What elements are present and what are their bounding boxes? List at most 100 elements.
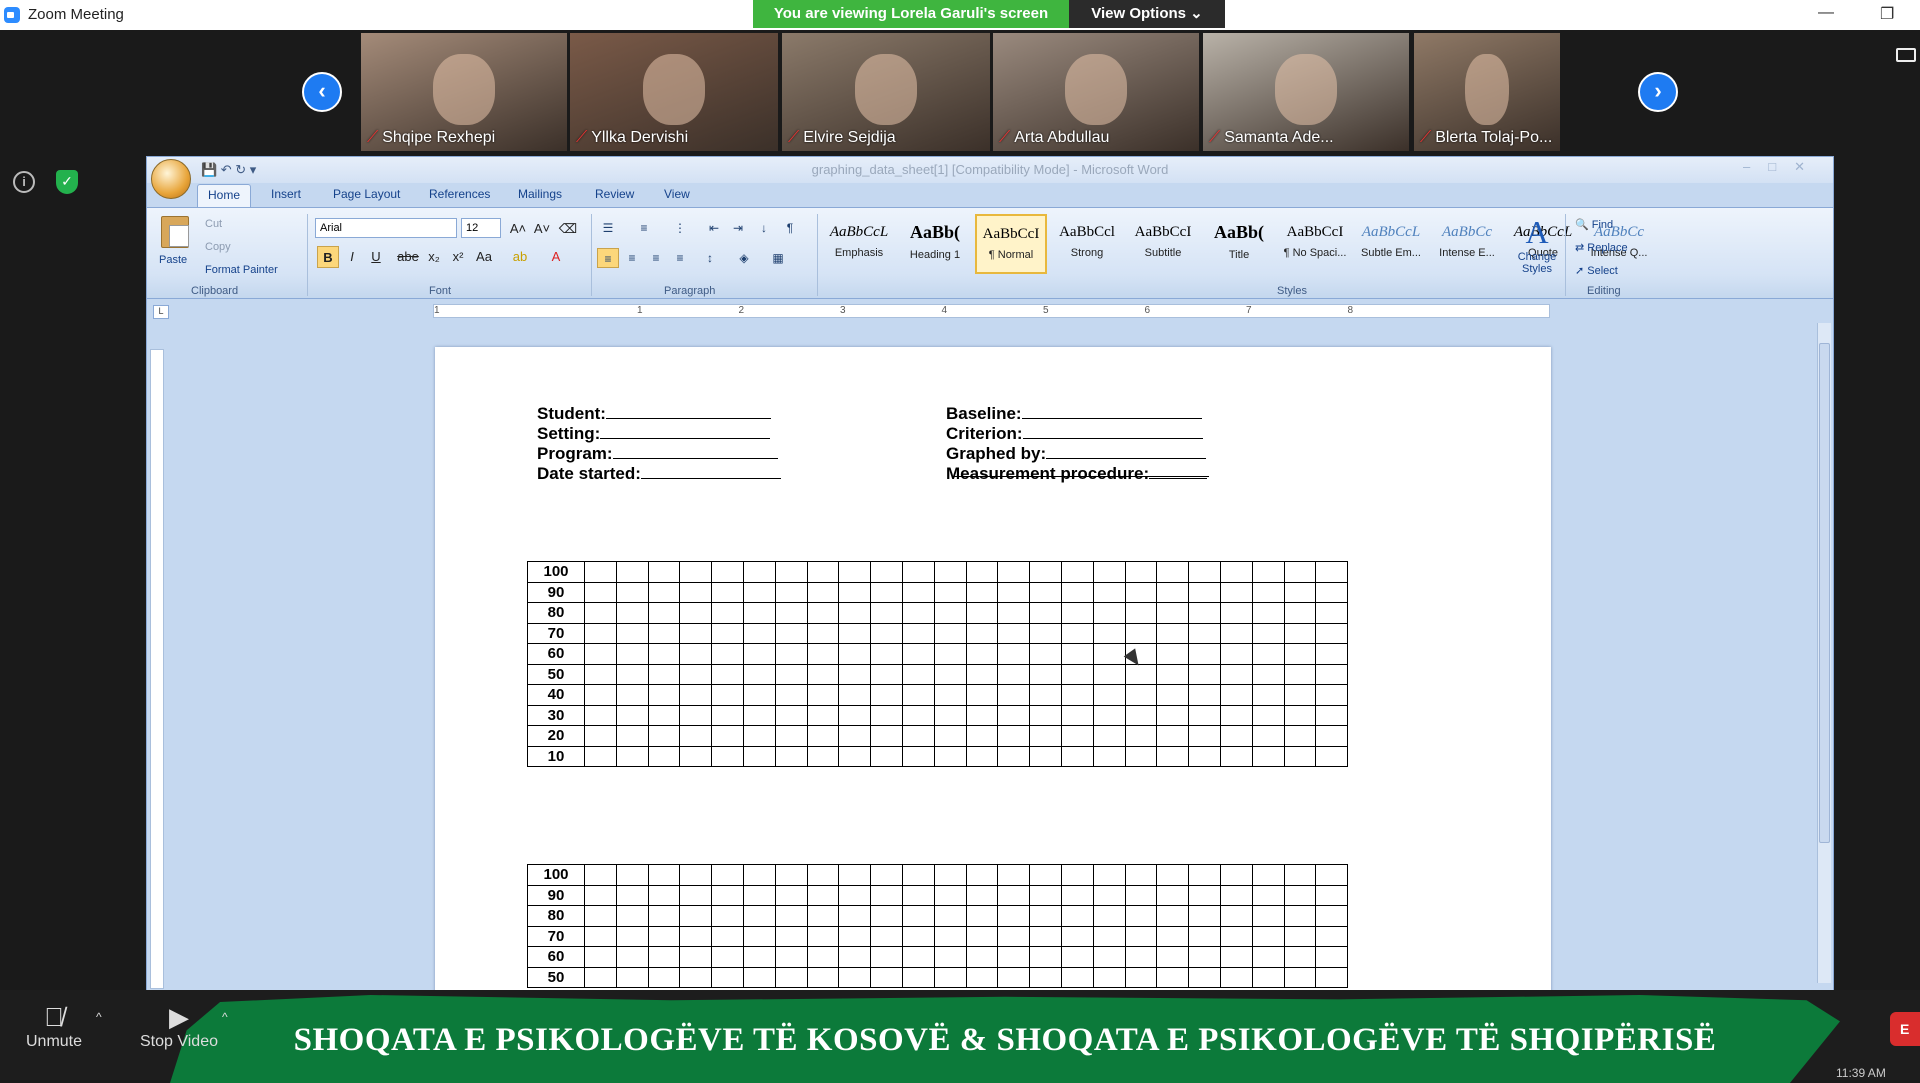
unmute-button[interactable]: 🎙̸ Unmute: [26, 1002, 82, 1051]
grid-cell[interactable]: [806, 581, 840, 603]
grid-cell[interactable]: [901, 966, 935, 988]
vertical-ruler[interactable]: [150, 349, 164, 989]
audio-options-caret[interactable]: ^: [96, 1010, 102, 1024]
grid-cell[interactable]: [584, 905, 617, 927]
grid-cell[interactable]: [1219, 925, 1253, 947]
grid-cell[interactable]: [870, 905, 903, 927]
grid-cell[interactable]: [1219, 725, 1253, 747]
grid-cell[interactable]: [1060, 925, 1094, 947]
grid-cell[interactable]: [870, 704, 903, 726]
grid-cell[interactable]: [1219, 745, 1253, 767]
grid-cell[interactable]: [774, 925, 808, 947]
grid-cell[interactable]: [1124, 602, 1158, 624]
grid-cell[interactable]: [901, 602, 935, 624]
grid-cell[interactable]: [1315, 884, 1349, 906]
grid-cell[interactable]: [1092, 581, 1126, 603]
grid-cell[interactable]: [1315, 905, 1349, 927]
grid-cell[interactable]: [1029, 643, 1062, 665]
view-layout-icon[interactable]: [1896, 48, 1916, 62]
grid-cell[interactable]: [997, 905, 1031, 927]
grid-cell[interactable]: [1029, 622, 1062, 644]
grid-cell[interactable]: [615, 864, 649, 886]
grid-cell[interactable]: [1315, 602, 1349, 624]
grid-cell[interactable]: [615, 663, 649, 685]
grid-cell[interactable]: [1188, 663, 1221, 685]
grid-cell[interactable]: [965, 966, 999, 988]
minimize-icon[interactable]: —: [1818, 4, 1834, 22]
grid-cell[interactable]: [1219, 684, 1253, 706]
grid-cell[interactable]: [742, 602, 776, 624]
grid-cell[interactable]: [1188, 946, 1221, 968]
grid-cell[interactable]: [647, 684, 681, 706]
grid-cell[interactable]: [1188, 704, 1221, 726]
grid-cell[interactable]: [1156, 745, 1190, 767]
italic-button[interactable]: I: [341, 246, 363, 268]
grid-cell[interactable]: [806, 864, 840, 886]
grid-cell[interactable]: [1029, 663, 1062, 685]
grid-cell[interactable]: [711, 966, 744, 988]
grid-cell[interactable]: [1029, 704, 1062, 726]
grid-cell[interactable]: [1283, 946, 1317, 968]
scrollbar-thumb[interactable]: [1819, 343, 1830, 843]
grid-cell[interactable]: [901, 704, 935, 726]
grid-cell[interactable]: [997, 684, 1031, 706]
tab-insert[interactable]: Insert: [271, 187, 301, 201]
grid-cell[interactable]: [1060, 864, 1094, 886]
grid-cell[interactable]: [1060, 602, 1094, 624]
shading-icon[interactable]: ◈: [733, 248, 755, 268]
grid-cell[interactable]: [647, 643, 681, 665]
grid-cell[interactable]: [1124, 864, 1158, 886]
grid-cell[interactable]: [584, 725, 617, 747]
align-center-icon[interactable]: ≡: [621, 248, 643, 268]
grid-cell[interactable]: [711, 925, 744, 947]
grid-cell[interactable]: [711, 581, 744, 603]
find-button[interactable]: 🔍 Find: [1575, 218, 1613, 231]
grid-cell[interactable]: [1283, 745, 1317, 767]
grid-cell[interactable]: [1029, 925, 1062, 947]
grid-cell[interactable]: [679, 884, 713, 906]
justify-icon[interactable]: ≡: [669, 248, 691, 268]
grid-cell[interactable]: [1092, 684, 1126, 706]
grid-cell[interactable]: [933, 581, 967, 603]
grid-cell[interactable]: [742, 581, 776, 603]
grid-cell[interactable]: [965, 704, 999, 726]
meeting-info-icon[interactable]: i: [13, 171, 35, 193]
grid-cell[interactable]: [997, 946, 1031, 968]
grid-cell[interactable]: [838, 602, 872, 624]
tab-selector-icon[interactable]: L: [153, 305, 169, 319]
grid-cell[interactable]: [997, 561, 1031, 583]
grid-cell[interactable]: [1092, 864, 1126, 886]
grid-cell[interactable]: [838, 663, 872, 685]
grid-cell[interactable]: [1029, 864, 1062, 886]
grid-cell[interactable]: [711, 622, 744, 644]
sort-icon[interactable]: ↓: [753, 218, 775, 238]
grid-cell[interactable]: [901, 561, 935, 583]
grid-cell[interactable]: [933, 663, 967, 685]
grid-cell[interactable]: [965, 561, 999, 583]
grid-cell[interactable]: [1315, 946, 1349, 968]
style-tile[interactable]: AaBbCcI ¶ No Spaci...: [1279, 214, 1351, 274]
decrease-indent-icon[interactable]: ⇤: [703, 218, 725, 238]
grid-cell[interactable]: [933, 561, 967, 583]
grid-cell[interactable]: [1315, 622, 1349, 644]
grid-cell[interactable]: [774, 745, 808, 767]
grid-cell[interactable]: [1315, 864, 1349, 886]
grid-cell[interactable]: [1029, 946, 1062, 968]
grid-cell[interactable]: [1092, 602, 1126, 624]
grid-cell[interactable]: [742, 622, 776, 644]
grid-cell[interactable]: [1251, 581, 1285, 603]
grid-cell[interactable]: [615, 925, 649, 947]
gallery-prev-button[interactable]: ‹: [302, 72, 342, 112]
grid-cell[interactable]: [742, 561, 776, 583]
grid-cell[interactable]: [1251, 561, 1285, 583]
grid-cell[interactable]: [711, 745, 744, 767]
grid-cell[interactable]: [679, 925, 713, 947]
grid-cell[interactable]: [806, 643, 840, 665]
grid-cell[interactable]: [1092, 966, 1126, 988]
grid-cell[interactable]: [1156, 663, 1190, 685]
grid-cell[interactable]: [647, 966, 681, 988]
grid-cell[interactable]: [711, 602, 744, 624]
grid-cell[interactable]: [901, 925, 935, 947]
grid-cell[interactable]: [997, 925, 1031, 947]
tab-page-layout[interactable]: Page Layout: [333, 187, 400, 201]
